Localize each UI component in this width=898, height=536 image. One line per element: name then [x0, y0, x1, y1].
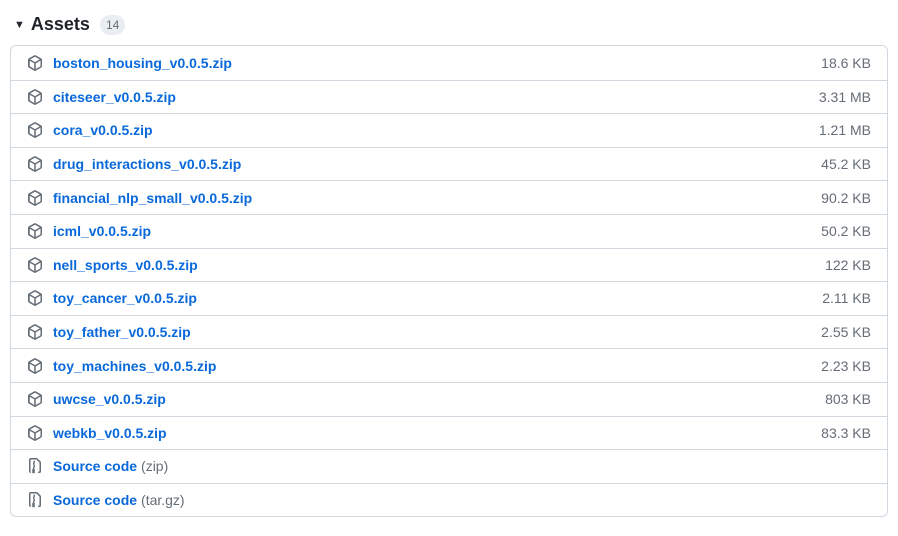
asset-size: 90.2 KB	[821, 190, 871, 206]
asset-row: toy_cancer_v0.0.5.zip2.11 KB	[11, 281, 887, 315]
asset-link[interactable]: financial_nlp_small_v0.0.5.zip	[53, 190, 821, 206]
asset-row: uwcse_v0.0.5.zip803 KB	[11, 382, 887, 416]
asset-suffix: (zip)	[141, 458, 168, 474]
asset-size: 50.2 KB	[821, 223, 871, 239]
asset-row: webkb_v0.0.5.zip83.3 KB	[11, 416, 887, 450]
asset-size: 2.55 KB	[821, 324, 871, 340]
package-icon	[27, 257, 43, 273]
asset-link[interactable]: cora_v0.0.5.zip	[53, 122, 819, 138]
asset-link[interactable]: citeseer_v0.0.5.zip	[53, 89, 819, 105]
asset-row: icml_v0.0.5.zip50.2 KB	[11, 214, 887, 248]
package-icon	[27, 223, 43, 239]
asset-size: 18.6 KB	[821, 55, 871, 71]
caret-down-icon: ▼	[14, 19, 25, 31]
asset-link[interactable]: uwcse_v0.0.5.zip	[53, 391, 825, 407]
asset-link[interactable]: boston_housing_v0.0.5.zip	[53, 55, 821, 71]
package-icon	[27, 156, 43, 172]
package-icon	[27, 391, 43, 407]
asset-size: 803 KB	[825, 391, 871, 407]
asset-row: cora_v0.0.5.zip1.21 MB	[11, 113, 887, 147]
asset-link[interactable]: drug_interactions_v0.0.5.zip	[53, 156, 821, 172]
asset-link[interactable]: toy_machines_v0.0.5.zip	[53, 358, 821, 374]
asset-row: toy_machines_v0.0.5.zip2.23 KB	[11, 348, 887, 382]
asset-link[interactable]: Source code(zip)	[53, 458, 871, 474]
package-icon	[27, 425, 43, 441]
package-icon	[27, 55, 43, 71]
package-icon	[27, 89, 43, 105]
asset-link[interactable]: Source code(tar.gz)	[53, 492, 871, 508]
asset-size: 2.23 KB	[821, 358, 871, 374]
asset-link[interactable]: nell_sports_v0.0.5.zip	[53, 257, 825, 273]
assets-header[interactable]: ▼ Assets 14	[10, 10, 888, 45]
asset-size: 3.31 MB	[819, 89, 871, 105]
asset-row: boston_housing_v0.0.5.zip18.6 KB	[11, 46, 887, 80]
assets-count-badge: 14	[100, 15, 125, 35]
assets-list: boston_housing_v0.0.5.zip18.6 KBciteseer…	[10, 45, 888, 517]
asset-size: 83.3 KB	[821, 425, 871, 441]
file-zip-icon	[27, 492, 43, 508]
package-icon	[27, 324, 43, 340]
asset-row: toy_father_v0.0.5.zip2.55 KB	[11, 315, 887, 349]
asset-link[interactable]: toy_father_v0.0.5.zip	[53, 324, 821, 340]
asset-row: nell_sports_v0.0.5.zip122 KB	[11, 248, 887, 282]
package-icon	[27, 190, 43, 206]
asset-row: drug_interactions_v0.0.5.zip45.2 KB	[11, 147, 887, 181]
package-icon	[27, 290, 43, 306]
assets-title: Assets	[31, 14, 90, 35]
package-icon	[27, 122, 43, 138]
asset-row: citeseer_v0.0.5.zip3.31 MB	[11, 80, 887, 114]
asset-size: 122 KB	[825, 257, 871, 273]
asset-size: 45.2 KB	[821, 156, 871, 172]
asset-link[interactable]: webkb_v0.0.5.zip	[53, 425, 821, 441]
asset-link[interactable]: icml_v0.0.5.zip	[53, 223, 821, 239]
asset-suffix: (tar.gz)	[141, 492, 185, 508]
package-icon	[27, 358, 43, 374]
asset-size: 2.11 KB	[822, 290, 871, 306]
asset-size: 1.21 MB	[819, 122, 871, 138]
file-zip-icon	[27, 458, 43, 474]
asset-row: financial_nlp_small_v0.0.5.zip90.2 KB	[11, 180, 887, 214]
asset-row: Source code(zip)	[11, 449, 887, 483]
asset-row: Source code(tar.gz)	[11, 483, 887, 517]
asset-link[interactable]: toy_cancer_v0.0.5.zip	[53, 290, 822, 306]
